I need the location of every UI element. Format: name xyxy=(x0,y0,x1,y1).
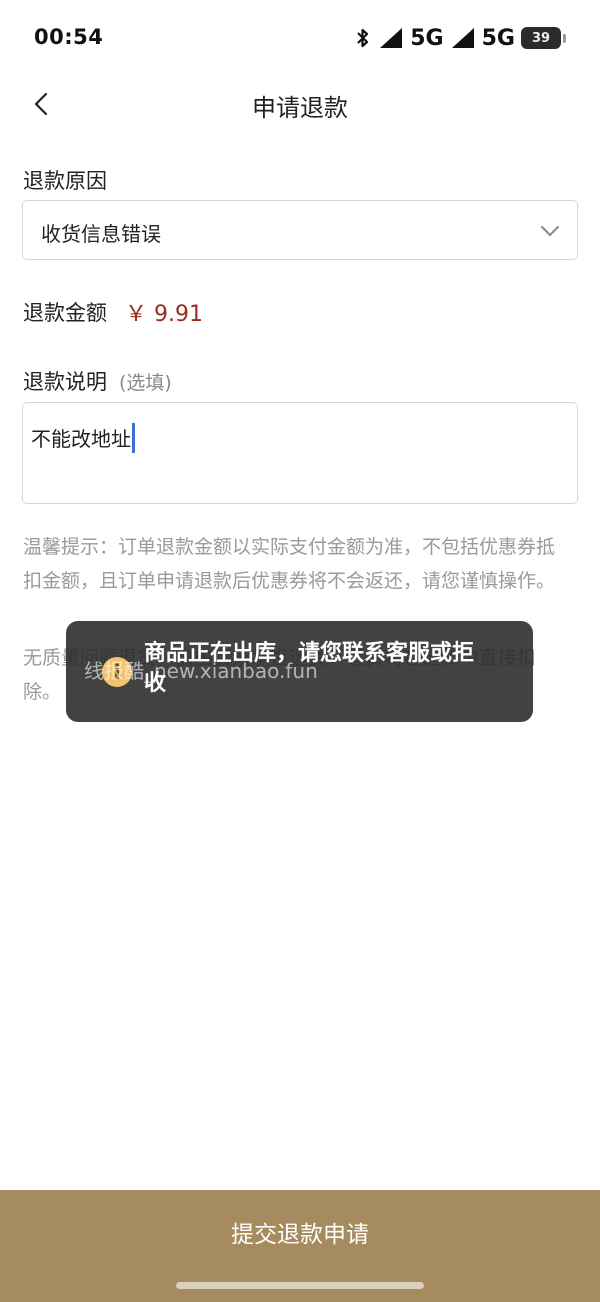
optional-hint: (选填) xyxy=(119,372,172,394)
refund-reason-select[interactable]: 收货信息错误 xyxy=(22,200,578,260)
status-bar: 00:54 5G 5G 39 xyxy=(0,0,600,76)
status-icons: 5G 5G 39 xyxy=(354,24,566,52)
page-title: 申请退款 xyxy=(252,94,348,122)
text-cursor xyxy=(132,423,135,453)
battery-cap xyxy=(563,33,566,43)
bluetooth-icon xyxy=(357,28,369,48)
signal-icon-2 xyxy=(451,28,474,48)
refund-note-textarea[interactable]: 不能改地址 xyxy=(22,402,578,504)
tip-text-1: 温馨提示：订单退款金额以实际支付金额为准，不包括优惠券抵扣金额，且订单申请退款后… xyxy=(23,536,556,592)
refund-amount-row: 退款金额 ￥ 9.91 xyxy=(23,296,203,328)
refund-amount-value: ￥ 9.91 xyxy=(125,302,203,327)
toast-text: 商品正在出库，请您联系客服或拒收 xyxy=(144,641,475,696)
refund-reason-label: 退款原因 xyxy=(23,169,107,193)
network-type-label: 5G xyxy=(410,25,444,51)
submit-refund-label: 提交退款申请 xyxy=(231,1221,369,1247)
refund-amount-label: 退款金额 xyxy=(23,301,107,325)
status-time: 00:54 xyxy=(34,25,104,49)
header: 申请退款 xyxy=(0,76,600,132)
home-indicator[interactable] xyxy=(176,1282,424,1289)
signal-icon xyxy=(380,28,403,48)
refund-note-label-row: 退款说明 (选填) xyxy=(23,366,172,396)
toast-message: i 线报酷_new.xianbao.fun 商品正在出库，请您联系客服或拒收 xyxy=(66,621,533,722)
refund-note-value: 不能改地址 xyxy=(31,427,131,451)
refund-reason-value: 收货信息错误 xyxy=(41,222,161,246)
chevron-down-icon xyxy=(541,226,559,236)
battery-level: 39 xyxy=(531,30,551,46)
refund-note-label: 退款说明 xyxy=(23,370,107,394)
battery-icon: 39 xyxy=(521,27,561,49)
network-type-label-2: 5G xyxy=(481,25,515,51)
